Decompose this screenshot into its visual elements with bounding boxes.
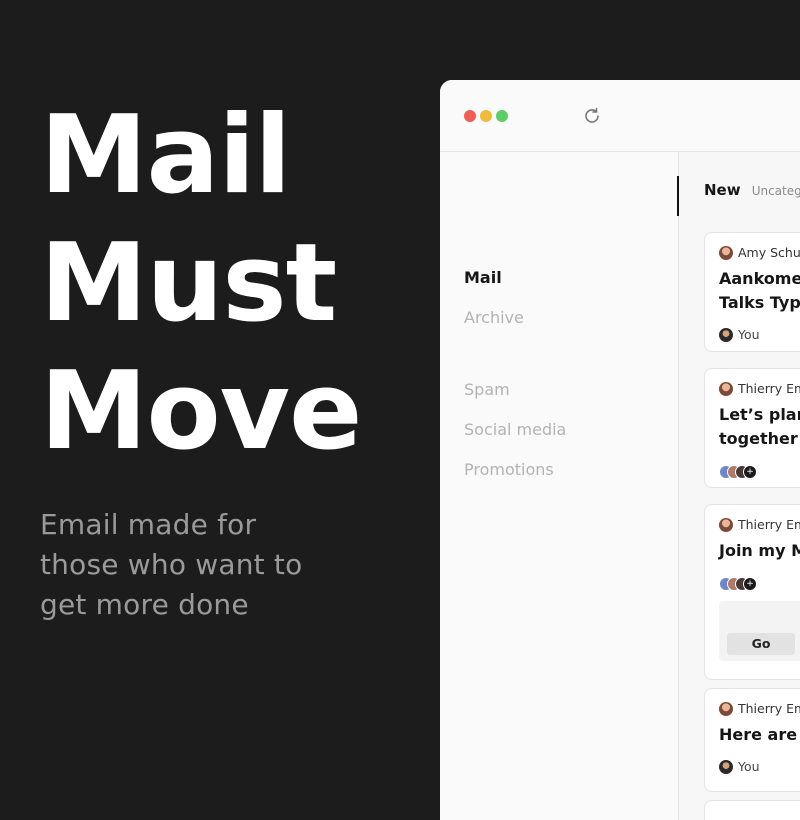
message-card[interactable]: Thierry Em Let’s plan together! ✋ +: [704, 368, 800, 488]
avatar: [719, 518, 733, 532]
message-card[interactable]: Thierry Em Here are th You: [704, 688, 800, 792]
plus-icon: +: [743, 577, 757, 591]
minimize-window-button[interactable]: [480, 110, 492, 122]
tagline-line: Email made for: [40, 508, 257, 541]
subject-line: Talks Type: [719, 293, 800, 312]
avatar: [719, 328, 733, 342]
avatar: [719, 702, 733, 716]
tagline-line: get more done: [40, 588, 249, 621]
message-participants: You: [719, 759, 760, 774]
plus-icon: +: [743, 465, 757, 479]
sender-name: Thierry Em: [738, 517, 800, 532]
sidebar-item-mail[interactable]: Mail: [464, 268, 502, 287]
sidebar-item-archive[interactable]: Archive: [464, 308, 524, 327]
sender-name: Thierry Em: [738, 381, 800, 396]
tab-new[interactable]: New: [704, 181, 741, 199]
sidebar-item-social-media[interactable]: Social media: [464, 420, 566, 439]
avatar: [719, 760, 733, 774]
close-window-button[interactable]: [464, 110, 476, 122]
list-tabs: New Uncatego: [704, 180, 800, 199]
subject-line: Let’s plan: [719, 405, 800, 424]
sender-name: Amy Schun: [738, 245, 800, 260]
refresh-icon[interactable]: [582, 106, 602, 126]
avatar: [719, 246, 733, 260]
tab-uncategorized[interactable]: Uncatego: [752, 184, 800, 198]
go-button[interactable]: Go: [727, 633, 795, 655]
headline-line: Move: [40, 349, 362, 474]
tagline: Email made for those who want to get mor…: [40, 505, 380, 625]
app-window: Mail Archive Spam Social media Promotion…: [440, 80, 800, 820]
subject-line: Join my M: [719, 541, 800, 560]
headline-line: Mail: [40, 93, 291, 218]
message-subject: Aankomen Talks Type: [719, 267, 800, 315]
avatar: [719, 382, 733, 396]
message-card[interactable]: Thierry Em Join my M + Au Go: [704, 504, 800, 680]
message-subject: Join my M: [719, 539, 800, 563]
subject-line: Here are th: [719, 725, 800, 744]
message-list: New Uncatego Amy Schun Aankomen Talks Ty…: [679, 152, 800, 820]
sidebar-item-promotions[interactable]: Promotions: [464, 460, 554, 479]
hero-headline: Mail Must Move: [40, 92, 362, 476]
message-sender: Thierry Em: [719, 381, 800, 396]
participant-name: You: [738, 759, 760, 774]
message-participants: You: [719, 327, 760, 342]
message-sender: Thierry Em: [719, 517, 800, 532]
event-embed: Au Go: [719, 601, 800, 661]
subject-line: together!: [719, 429, 800, 448]
title-bar: [440, 80, 800, 172]
message-card[interactable]: [704, 800, 800, 820]
message-sender: Thierry Em: [719, 701, 800, 716]
subject-line: Aankomen: [719, 269, 800, 288]
headline-line: Must: [40, 221, 337, 346]
tagline-line: those who want to: [40, 548, 303, 581]
sidebar-item-spam[interactable]: Spam: [464, 380, 510, 399]
zoom-window-button[interactable]: [496, 110, 508, 122]
participant-name: You: [738, 327, 760, 342]
message-card[interactable]: Amy Schun Aankomen Talks Type You: [704, 232, 800, 352]
message-subject: Here are th: [719, 723, 800, 747]
message-subject: Let’s plan together! ✋: [719, 403, 800, 451]
sidebar: Mail Archive Spam Social media Promotion…: [440, 152, 678, 820]
message-sender: Amy Schun: [719, 245, 800, 260]
sender-name: Thierry Em: [738, 701, 800, 716]
